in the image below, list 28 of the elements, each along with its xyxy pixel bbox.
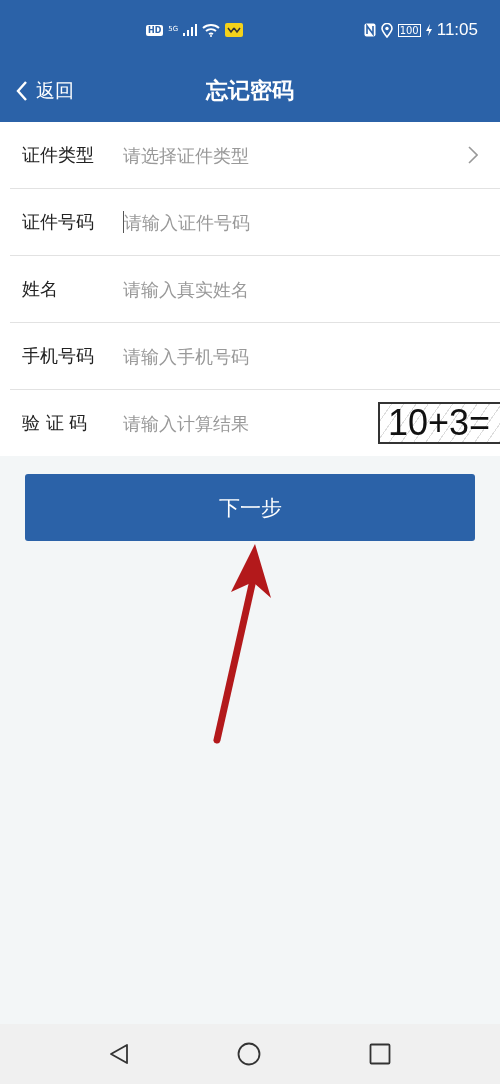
wifi-icon [202, 23, 221, 37]
field-label: 证件号码 [22, 210, 95, 234]
input-field[interactable]: 请输入计算结果 [123, 412, 378, 434]
field-label: 证件类型 [22, 143, 95, 167]
input-field[interactable]: 请输入手机号码 [123, 345, 500, 367]
back-button[interactable]: 返回 [0, 78, 74, 104]
battery-level: 100 [397, 23, 421, 37]
back-icon [16, 81, 28, 101]
recents-nav-icon [369, 1043, 391, 1065]
hd-badge: HD [146, 24, 164, 36]
select-field[interactable]: 请选择证件类型 [123, 144, 468, 166]
chevron-right-icon [468, 146, 478, 164]
app-icon [225, 23, 244, 37]
back-nav-icon [109, 1043, 129, 1065]
field-label: 验 证 码 [22, 411, 89, 435]
signal-icon [183, 24, 198, 36]
field-label: 手机号码 [22, 344, 95, 368]
field-label: 姓名 [22, 277, 59, 301]
location-icon [380, 22, 393, 38]
home-nav-icon [237, 1042, 261, 1066]
charging-icon [425, 24, 432, 36]
next-button[interactable]: 下一步 [25, 474, 475, 541]
captcha-image[interactable]: 10+3= [378, 402, 500, 444]
input-field[interactable]: 请输入证件号码 [124, 211, 500, 233]
input-field[interactable]: 请输入真实姓名 [123, 278, 500, 300]
page-title: 忘记密码 [204, 77, 295, 105]
nfc-icon [363, 23, 376, 37]
clock-time: 11:05 [436, 20, 478, 40]
